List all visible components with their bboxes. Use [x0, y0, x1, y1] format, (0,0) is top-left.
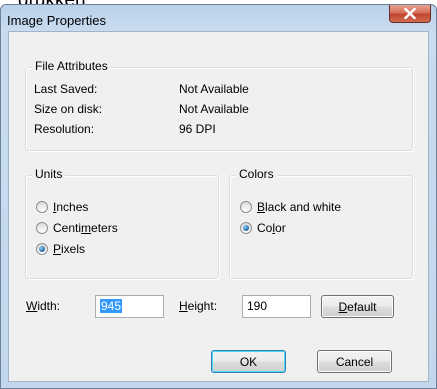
- units-centimeters-label: Centimeters: [53, 221, 118, 235]
- cancel-button[interactable]: Cancel: [317, 350, 392, 373]
- width-input[interactable]: 945: [95, 295, 164, 318]
- dialog-client-area: File Attributes Last Saved: Not Availabl…: [8, 31, 429, 382]
- colors-group: Colors Black and white Color: [229, 167, 413, 279]
- size-on-disk-value: Not Available: [179, 102, 249, 116]
- file-attributes-legend: File Attributes: [32, 59, 111, 73]
- size-on-disk-label: Size on disk:: [34, 102, 103, 116]
- units-legend: Units: [32, 167, 66, 181]
- ok-button-label: OK: [239, 354, 258, 369]
- ok-button[interactable]: OK: [211, 350, 286, 373]
- units-pixels-radio[interactable]: Pixels: [36, 242, 85, 256]
- width-input-value: 945: [100, 299, 123, 313]
- colors-black-and-white-radio[interactable]: Black and white: [240, 200, 341, 214]
- dialog-title: Image Properties: [7, 13, 106, 28]
- last-saved-label: Last Saved:: [34, 82, 98, 96]
- close-icon: [404, 8, 416, 19]
- colors-legend: Colors: [236, 167, 277, 181]
- close-button[interactable]: [389, 5, 431, 23]
- colors-black-and-white-label: Black and white: [257, 200, 342, 214]
- last-saved-value: Not Available: [179, 82, 249, 96]
- colors-color-label: Color: [257, 221, 286, 235]
- image-properties-dialog: Image Properties File Attributes Last Sa…: [0, 4, 437, 389]
- units-inches-label: Inches: [53, 200, 89, 214]
- radio-button-circle-selected[interactable]: [240, 222, 252, 234]
- cancel-button-label: Cancel: [335, 354, 374, 369]
- units-centimeters-radio[interactable]: Centimeters: [36, 221, 118, 235]
- default-button[interactable]: Default: [321, 295, 394, 318]
- units-inches-radio[interactable]: Inches: [36, 200, 88, 214]
- radio-button-circle-selected[interactable]: [36, 243, 48, 255]
- units-pixels-label: Pixels: [53, 242, 86, 256]
- colors-color-radio[interactable]: Color: [240, 221, 286, 235]
- resolution-label: Resolution:: [34, 122, 95, 136]
- radio-button-circle[interactable]: [36, 201, 48, 213]
- file-attributes-group: File Attributes Last Saved: Not Availabl…: [25, 59, 413, 151]
- units-group: Units Inches Centimeters Pixels: [25, 167, 219, 279]
- width-label: Width:: [26, 299, 61, 313]
- height-input-value: 190: [247, 299, 268, 313]
- resolution-value: 96 DPI: [179, 122, 216, 136]
- default-button-label: Default: [338, 299, 377, 314]
- height-input[interactable]: 190: [242, 295, 311, 318]
- radio-button-circle[interactable]: [36, 222, 48, 234]
- radio-button-circle[interactable]: [240, 201, 252, 213]
- height-label: Height:: [179, 299, 218, 313]
